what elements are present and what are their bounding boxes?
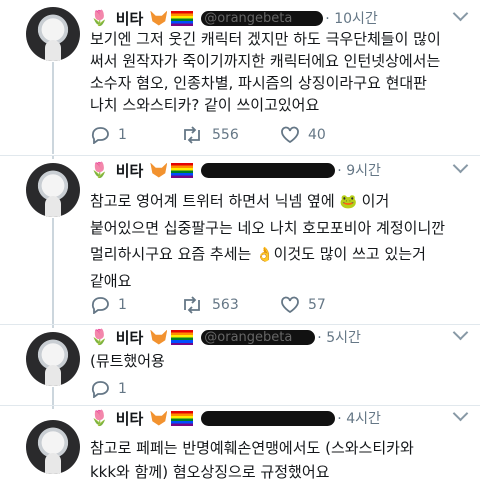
- tweet-header: 🌷 비타 @orangebeta · 10시간: [90, 6, 378, 30]
- timestamp[interactable]: · 9시간: [337, 160, 381, 180]
- retweet-button[interactable]: 563: [180, 296, 280, 314]
- tulip-emoji: 🌷: [90, 9, 109, 27]
- reply-icon: [91, 381, 109, 398]
- like-count: 40: [308, 127, 326, 143]
- rainbow-flag-icon: [171, 410, 194, 426]
- divider: [0, 155, 480, 156]
- retweet-button[interactable]: 556: [180, 126, 280, 144]
- tweet-text: 참고로 페페는 반명예훼손연맹에서도 (스와스티카와 kkk와 함께) 혐오상징…: [90, 439, 414, 481]
- tweet-text: (뮤트했어용: [90, 352, 165, 370]
- retweet-count: 563: [212, 297, 239, 313]
- tweet-actions: 1: [90, 378, 127, 400]
- reply-button[interactable]: 1: [90, 380, 127, 398]
- timestamp[interactable]: · 4시간: [337, 408, 381, 428]
- tweet-header: 🌷 비타 · 4시간: [90, 406, 381, 430]
- chevron-down-icon[interactable]: [452, 324, 469, 341]
- avatar[interactable]: [26, 332, 80, 386]
- tweet-header: 🌷 비타 · 9시간: [90, 158, 381, 182]
- avatar[interactable]: [26, 163, 80, 217]
- display-name[interactable]: 비타: [116, 327, 144, 348]
- fox-icon: [150, 162, 168, 178]
- display-name[interactable]: 비타: [116, 408, 144, 429]
- chevron-down-icon[interactable]: [452, 157, 469, 174]
- thread-line: [52, 325, 54, 328]
- frog-emoji: 🐸: [339, 194, 357, 210]
- fox-icon: [150, 10, 168, 26]
- retweet-count: 556: [212, 127, 239, 143]
- tulip-emoji: 🌷: [90, 409, 109, 427]
- timestamp[interactable]: · 10시간: [325, 8, 377, 28]
- redacted-handle: [201, 410, 336, 426]
- reply-count: 1: [118, 297, 127, 313]
- retweet-icon: [184, 296, 200, 314]
- like-button[interactable]: 40: [280, 126, 326, 144]
- timestamp[interactable]: · 5시간: [317, 327, 361, 347]
- avatar[interactable]: [26, 420, 80, 474]
- ok-hand-emoji: 👌: [256, 247, 274, 263]
- chevron-down-icon[interactable]: [452, 5, 469, 22]
- rainbow-flag-icon: [171, 329, 194, 345]
- redacted-handle: [201, 162, 336, 178]
- fox-icon: [150, 329, 168, 345]
- reply-icon: [91, 127, 109, 144]
- reply-button[interactable]: 1: [90, 296, 180, 314]
- tweet-actions: 1 556 40: [90, 124, 326, 146]
- fox-icon: [150, 410, 168, 426]
- rainbow-flag-icon: [171, 10, 194, 26]
- rainbow-flag-icon: [171, 162, 194, 178]
- like-button[interactable]: 57: [280, 296, 326, 314]
- thread-line: [52, 62, 54, 154]
- tweet-text: 보기엔 그저 웃긴 캐릭터 겠지만 하도 극우단체들이 많이 써서 원작자가 죽…: [90, 30, 441, 114]
- like-count: 57: [308, 297, 326, 313]
- display-name[interactable]: 비타: [116, 160, 144, 181]
- heart-icon: [281, 126, 299, 144]
- avatar[interactable]: [26, 7, 80, 61]
- tweet-actions: 1 563 57: [90, 294, 326, 316]
- reply-count: 1: [118, 127, 127, 143]
- reply-count: 1: [118, 381, 127, 397]
- retweet-icon: [184, 126, 200, 144]
- redacted-handle: @orangebeta: [201, 10, 324, 26]
- thread-line: [52, 406, 54, 409]
- thread-line: [52, 156, 54, 159]
- heart-icon: [281, 296, 299, 314]
- chevron-down-icon[interactable]: [452, 405, 469, 422]
- reply-button[interactable]: 1: [90, 126, 180, 144]
- tulip-emoji: 🌷: [90, 328, 109, 346]
- tweet-text: 참고로 영어계 트위터 하면서 닉넴 옆에 🐸 이거 붙어있으면 십중팔구는 네…: [90, 192, 446, 290]
- redacted-handle: @orangebeta: [201, 329, 316, 345]
- reply-icon: [91, 297, 109, 314]
- thread-line: [52, 218, 54, 324]
- tulip-emoji: 🌷: [90, 161, 109, 179]
- display-name[interactable]: 비타: [116, 8, 144, 29]
- tweet-header: 🌷 비타 @orangebeta · 5시간: [90, 325, 361, 349]
